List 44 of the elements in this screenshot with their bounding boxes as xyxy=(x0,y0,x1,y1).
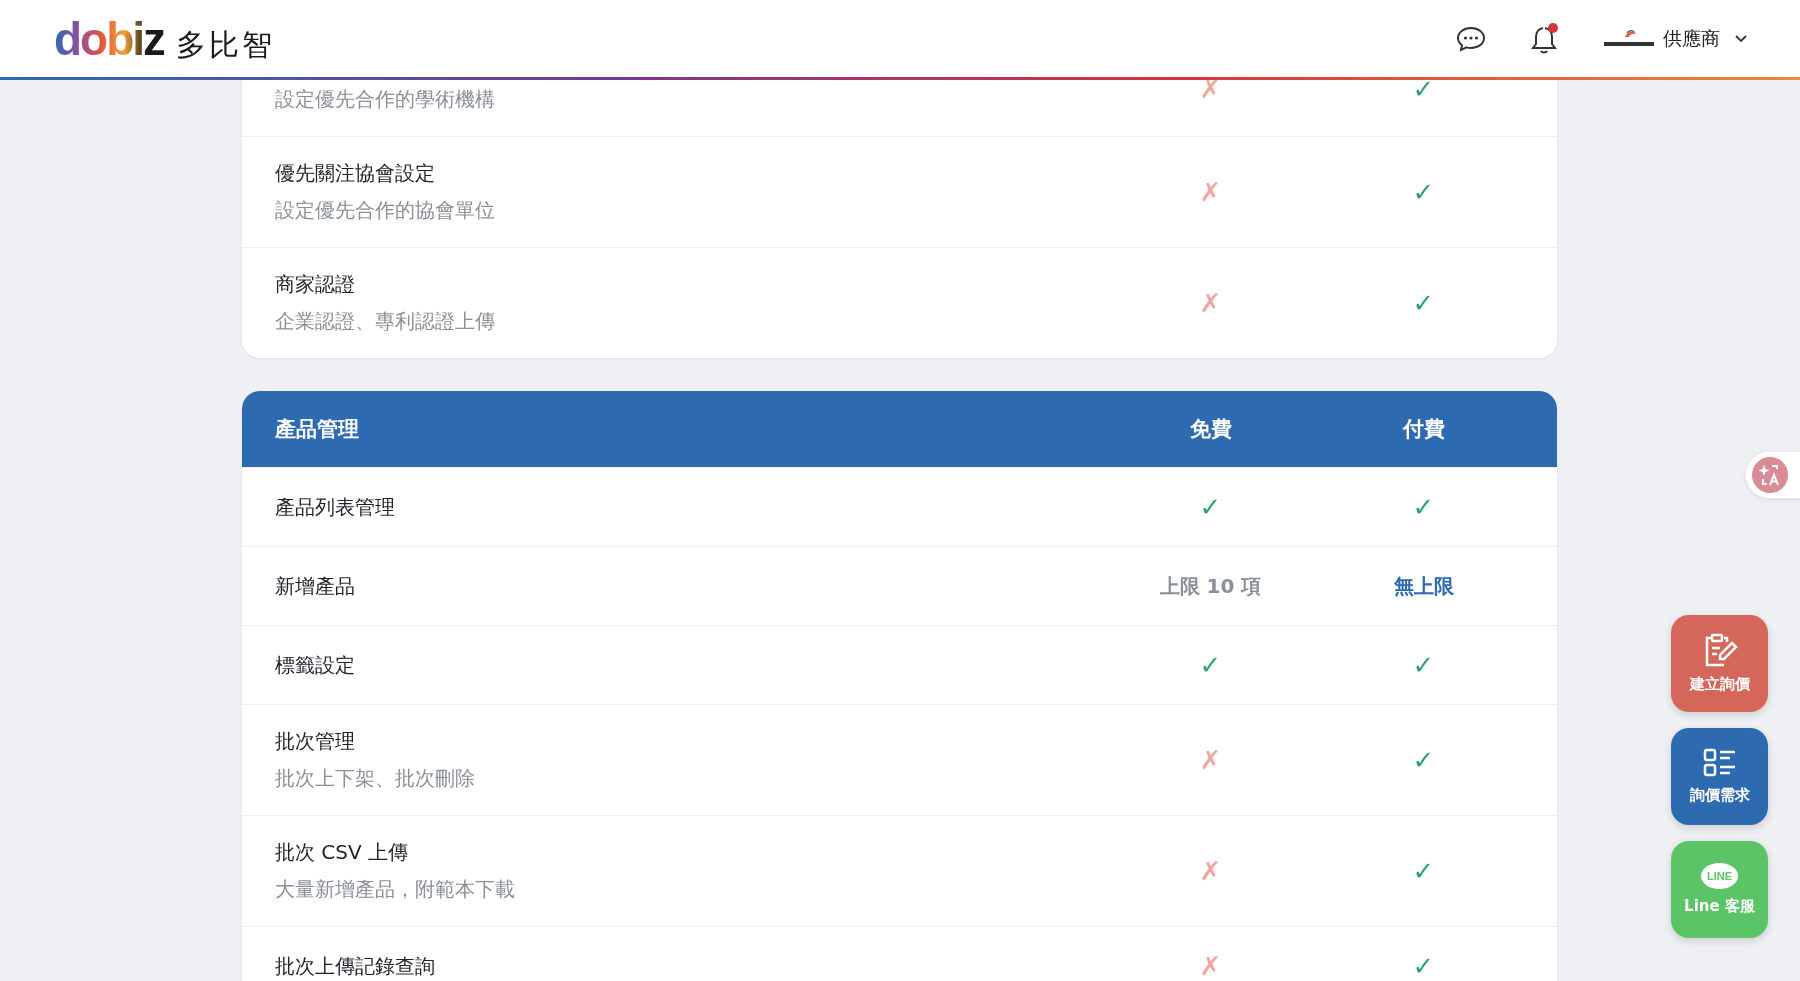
check-mark: ✓ xyxy=(1412,856,1435,886)
feature-name: 批次上傳記錄查詢 xyxy=(275,952,436,980)
check-mark: ✓ xyxy=(1199,650,1222,680)
check-mark: ✓ xyxy=(1199,492,1222,522)
column-heading: 付費 xyxy=(1401,416,1446,443)
notification-bell-icon[interactable] xyxy=(1529,21,1561,56)
check-mark: ✓ xyxy=(1412,951,1435,981)
create-inquiry-button[interactable]: 建立詢價 xyxy=(1671,615,1768,712)
section-title: 產品管理 xyxy=(275,416,360,443)
feature-description: 批次上下架、批次刪除 xyxy=(275,765,476,792)
chat-icon[interactable] xyxy=(1455,24,1487,53)
check-mark: ✓ xyxy=(1412,492,1435,522)
cross-mark: ✗ xyxy=(1199,288,1222,318)
feature-name: 新增產品 xyxy=(275,572,356,600)
check-mark: ✓ xyxy=(1412,650,1435,680)
cross-mark: ✗ xyxy=(1199,856,1222,886)
list-icon xyxy=(1702,748,1737,778)
column-heading: 免費 xyxy=(1188,416,1233,443)
plan-limit: 上限 10 項 xyxy=(1159,572,1262,600)
cross-mark: ✗ xyxy=(1199,177,1222,207)
feature-name: 批次管理 xyxy=(275,728,356,755)
line-chat-bubble-icon: LINE xyxy=(1700,863,1739,889)
feature-description: 設定優先合作的協會單位 xyxy=(275,197,496,224)
feature-name: 批次 CSV 上傳 xyxy=(275,839,410,866)
feature-name: 標籤設定 xyxy=(275,651,356,679)
user-role-label[interactable]: 供應商 xyxy=(1663,25,1720,52)
check-mark: ✓ xyxy=(1412,74,1435,104)
brand-name[interactable]: 多比智 xyxy=(176,24,276,66)
feature-description: 企業認證、專利認證上傳 xyxy=(275,308,496,335)
plan-limit: 無上限 xyxy=(1393,572,1454,600)
check-mark: ✓ xyxy=(1412,745,1435,775)
translate-icon xyxy=(1752,457,1788,493)
cross-mark: ✗ xyxy=(1199,951,1222,981)
check-mark: ✓ xyxy=(1412,177,1435,207)
feature-name: 產品列表管理 xyxy=(275,493,396,521)
feature-description: 設定優先合作的學術機構 xyxy=(275,86,496,113)
cross-mark: ✗ xyxy=(1199,745,1222,775)
feature-name: 商家認證 xyxy=(275,271,356,298)
inquiry-requests-button[interactable]: 詢價需求 xyxy=(1671,728,1768,825)
feature-description: 大量新增產品，附範本下載 xyxy=(275,876,516,903)
cross-mark: ✗ xyxy=(1199,74,1222,104)
chevron-down-icon[interactable] xyxy=(1734,33,1748,44)
check-mark: ✓ xyxy=(1412,288,1435,318)
feature-name: 優先關注協會設定 xyxy=(275,160,436,187)
